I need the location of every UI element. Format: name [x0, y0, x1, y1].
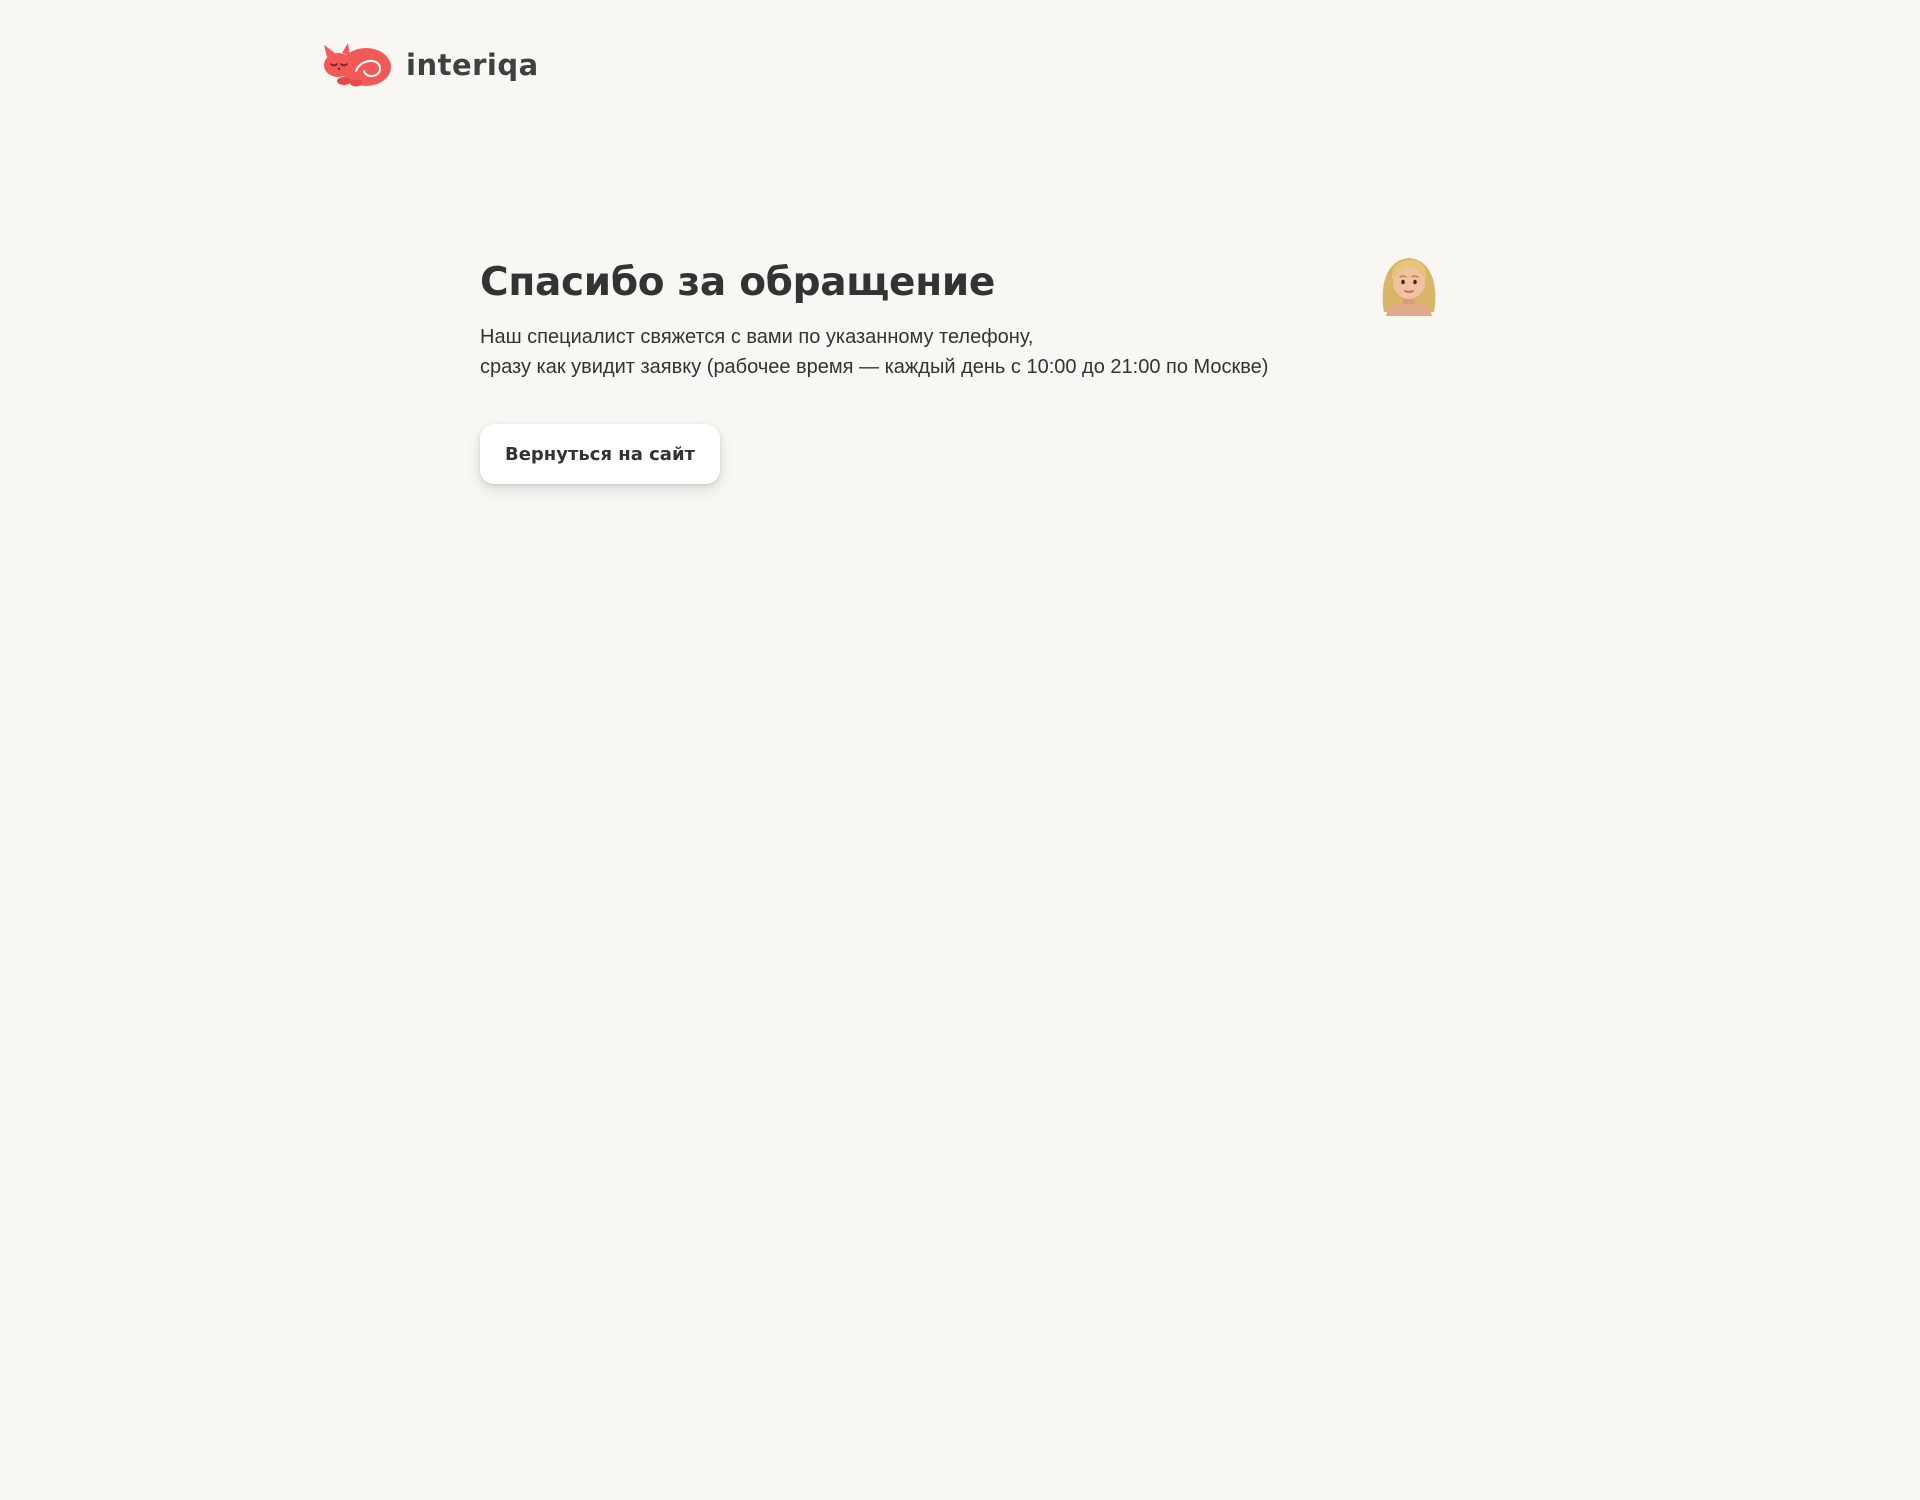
logo-text: interiqa	[406, 47, 539, 82]
message-line-1: Наш специалист свяжется с вами по указан…	[480, 326, 1034, 348]
page-title: Спасибо за обращение	[480, 260, 996, 305]
logo-link[interactable]: interiqa	[318, 40, 539, 90]
sleeping-cat-logo-icon	[318, 41, 394, 89]
confirmation-content: Спасибо за обращение Наш специалист свяж…	[480, 258, 1440, 484]
back-to-site-button[interactable]: Вернуться на сайт	[480, 424, 720, 484]
woman-emoji-icon	[1376, 250, 1442, 316]
message-line-2: сразу как увидит заявку (рабочее время —…	[480, 356, 1269, 378]
confirmation-message: Наш специалист свяжется с вами по указан…	[480, 322, 1440, 382]
page: interiqa Спасибо за обращение Наш специа…	[0, 0, 1920, 1500]
